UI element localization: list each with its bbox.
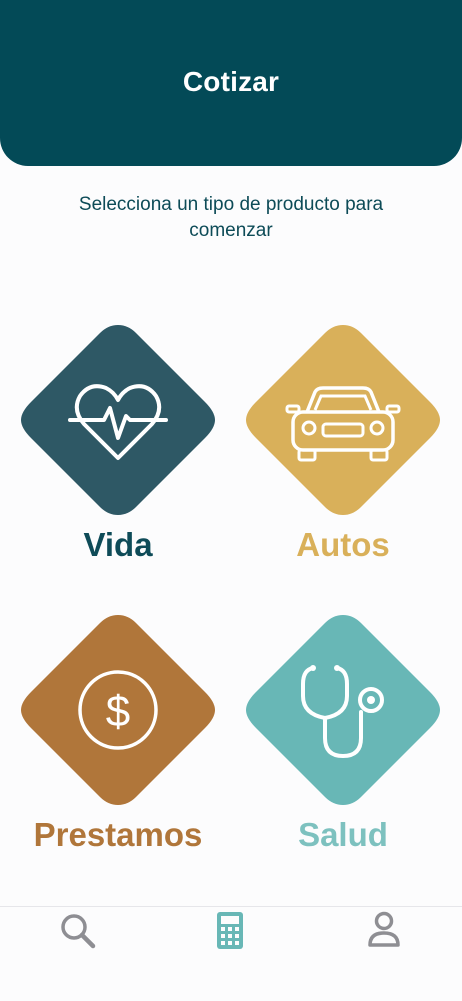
search-icon: [61, 914, 96, 949]
product-tile-prestamos[interactable]: $ Prestamos: [18, 610, 218, 853]
product-label: Autos: [296, 526, 390, 563]
bottom-tab-bar: [0, 906, 462, 1001]
dollar-coin-icon: $: [78, 670, 158, 750]
header: Cotizar: [0, 0, 462, 166]
product-label: Salud: [298, 816, 388, 853]
tab-cotizar[interactable]: [191, 907, 271, 967]
page-title: Cotizar: [182, 66, 280, 97]
instruction-text: Selecciona un tipo de producto para come…: [78, 194, 384, 241]
car-icon: [285, 386, 401, 462]
heart-pulse-icon: [68, 384, 168, 460]
calculator-icon: [217, 912, 243, 949]
profile-icon: [368, 911, 400, 947]
tab-profile[interactable]: [344, 907, 424, 967]
stethoscope-icon: [301, 665, 384, 759]
product-tile-salud[interactable]: Salud: [243, 610, 443, 853]
svg-text:$: $: [106, 687, 130, 736]
tab-search[interactable]: [38, 907, 118, 967]
product-tile-autos[interactable]: Autos: [243, 320, 443, 563]
product-label: Prestamos: [33, 816, 203, 853]
product-tile-vida[interactable]: Vida: [18, 320, 218, 563]
product-label: Vida: [83, 526, 153, 563]
